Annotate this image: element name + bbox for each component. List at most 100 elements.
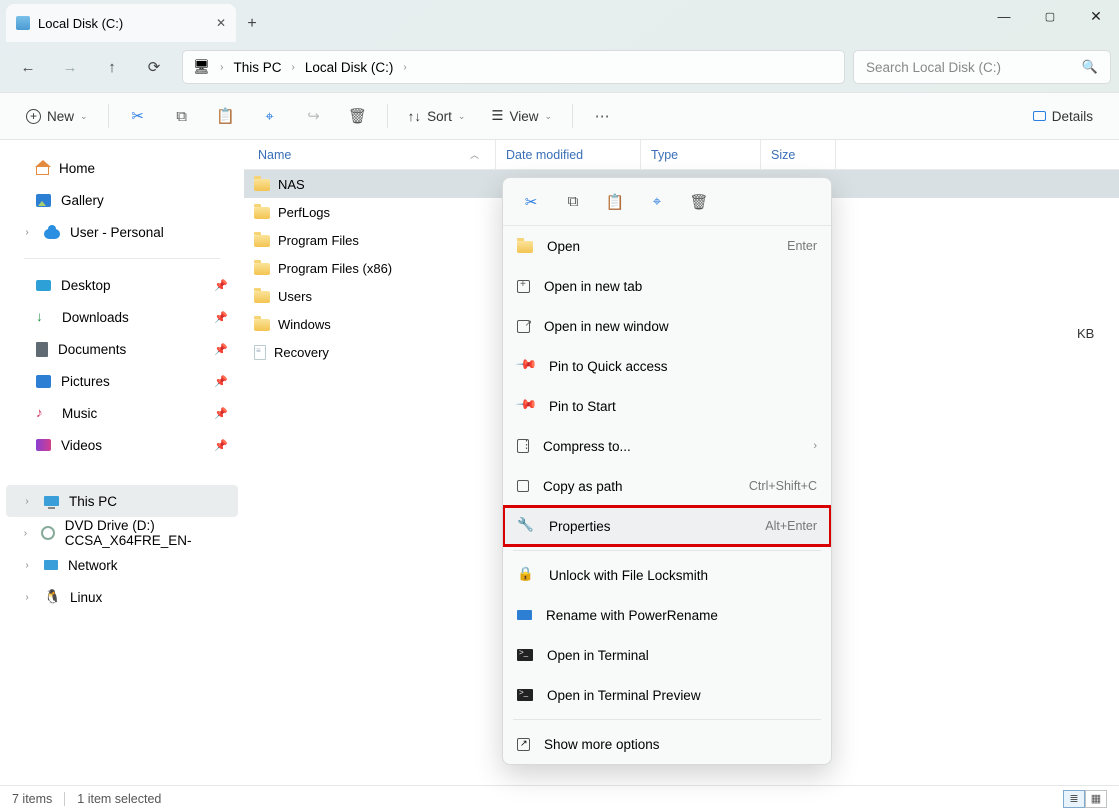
ctx-delete-button[interactable]: 🗑 — [681, 185, 717, 219]
chevron-right-icon: › — [20, 560, 34, 571]
minimize-button[interactable] — [981, 0, 1027, 32]
more-button[interactable]: ⋯ — [583, 99, 621, 133]
folder-icon — [254, 235, 270, 247]
shortcut-label: Ctrl+Shift+C — [749, 479, 817, 493]
rename-icon — [517, 610, 532, 620]
chevron-right-icon[interactable]: › — [286, 62, 301, 73]
sidebar-item-home[interactable]: Home — [6, 152, 238, 184]
sidebar-item-dvd-drive-d-ccsa-x64fre-en-[interactable]: ›DVD Drive (D:) CCSA_X64FRE_EN- — [6, 517, 238, 549]
details-button[interactable]: Details — [1023, 99, 1103, 133]
chevron-right-icon[interactable]: › — [214, 62, 229, 73]
sidebar-item-label: DVD Drive (D:) CCSA_X64FRE_EN- — [65, 518, 234, 548]
ctx-rename-button[interactable]: ⌖ — [639, 185, 675, 219]
ctx-pin-to-start[interactable]: 📌Pin to Start — [503, 386, 831, 426]
refresh-button[interactable]: ⟳ — [134, 49, 174, 85]
folder-icon — [254, 263, 270, 275]
address-bar[interactable]: 🖥 › This PC › Local Disk (C:) › — [182, 50, 845, 84]
icons-view-button[interactable]: ▦ — [1085, 790, 1107, 808]
back-button[interactable]: ← — [8, 49, 48, 85]
column-type[interactable]: Type — [641, 140, 761, 169]
column-name[interactable]: Name︿ — [244, 140, 496, 169]
tab-close-icon[interactable]: ✕ — [216, 16, 226, 30]
ctx-open[interactable]: OpenEnter — [503, 226, 831, 266]
ctx-compress-to-[interactable]: Compress to...› — [503, 426, 831, 466]
search-placeholder: Search Local Disk (C:) — [866, 60, 1001, 75]
column-size[interactable]: Size — [761, 140, 836, 169]
ctx-show-more-options[interactable]: Show more options — [503, 724, 831, 764]
ctx-item-label: Open in new window — [544, 319, 669, 334]
sort-asc-icon: ︿ — [470, 148, 479, 161]
ctx-item-label: Properties — [549, 519, 611, 534]
sidebar-item-label: Pictures — [61, 374, 110, 389]
linux-icon: 🐧 — [44, 589, 60, 605]
pin-icon[interactable]: 📌 — [214, 343, 234, 356]
ctx-open-in-new-window[interactable]: Open in new window — [503, 306, 831, 346]
details-view-button[interactable]: ≣ — [1063, 790, 1085, 808]
ctx-properties[interactable]: 🔧PropertiesAlt+Enter — [503, 506, 831, 546]
new-tab-button[interactable]: + — [236, 8, 268, 40]
copy-button[interactable]: ⧉ — [163, 99, 201, 133]
partial-size-text: KB — [1077, 326, 1094, 341]
delete-button[interactable]: 🗑 — [339, 99, 377, 133]
shortcut-label: Alt+Enter — [765, 519, 817, 533]
ctx-open-in-new-tab[interactable]: Open in new tab — [503, 266, 831, 306]
column-date[interactable]: Date modified — [496, 140, 641, 169]
download-icon: ↓ — [36, 309, 52, 325]
sidebar-item-label: Linux — [70, 590, 102, 605]
sidebar-item-documents[interactable]: Documents📌 — [6, 333, 238, 365]
close-window-button[interactable]: ✕ — [1073, 0, 1119, 32]
share-button[interactable]: ↪ — [295, 99, 333, 133]
view-button[interactable]: ☰View⌄ — [481, 99, 562, 133]
ctx-rename-with-powerrename[interactable]: Rename with PowerRename — [503, 595, 831, 635]
breadcrumb-localdisk[interactable]: Local Disk (C:) — [305, 60, 394, 75]
pin-icon[interactable]: 📌 — [214, 407, 234, 420]
up-button[interactable]: ↑ — [92, 49, 132, 85]
paste-button[interactable]: 📋 — [207, 99, 245, 133]
pin-icon[interactable]: 📌 — [214, 375, 234, 388]
cut-button[interactable]: ✂ — [119, 99, 157, 133]
file-name: Recovery — [274, 345, 329, 360]
divider — [572, 104, 573, 128]
pin-icon[interactable]: 📌 — [214, 279, 234, 292]
sidebar-item-user-personal[interactable]: ›User - Personal — [6, 216, 238, 248]
sidebar-item-linux[interactable]: ›🐧Linux — [6, 581, 238, 613]
maximize-button[interactable]: ▢ — [1027, 0, 1073, 32]
column-headers: Name︿ Date modified Type Size — [244, 140, 1119, 170]
sidebar-item-gallery[interactable]: Gallery — [6, 184, 238, 216]
ctx-copy-as-path[interactable]: Copy as pathCtrl+Shift+C — [503, 466, 831, 506]
tab-active[interactable]: Local Disk (C:) ✕ — [6, 4, 236, 42]
sort-button[interactable]: ↑↓Sort⌄ — [398, 99, 476, 133]
music-icon: ♪ — [36, 405, 52, 421]
ctx-cut-button[interactable]: ✂ — [513, 185, 549, 219]
gallery-icon — [36, 194, 51, 207]
pin-icon[interactable]: 📌 — [214, 439, 234, 452]
tab-title: Local Disk (C:) — [38, 16, 123, 31]
search-icon[interactable]: 🔍 — [1082, 59, 1098, 75]
sidebar-item-music[interactable]: ♪ Music 📌 — [6, 397, 238, 429]
ctx-unlock-with-file-locksmith[interactable]: 🔒Unlock with File Locksmith — [503, 555, 831, 595]
pin-icon[interactable]: 📌 — [214, 311, 234, 324]
sidebar-item-downloads[interactable]: ↓Downloads📌 — [6, 301, 238, 333]
ctx-copy-button[interactable]: ⧉ — [555, 185, 591, 219]
sidebar-item-network[interactable]: ›Network — [6, 549, 238, 581]
new-button[interactable]: +New⌄ — [16, 99, 98, 133]
search-input[interactable]: Search Local Disk (C:) 🔍 — [853, 50, 1111, 84]
sidebar-item-label: Music — [62, 406, 97, 421]
rename-button[interactable]: ⌖ — [251, 99, 289, 133]
term-icon — [517, 689, 533, 701]
breadcrumb-thispc[interactable]: This PC — [233, 60, 281, 75]
zip-icon — [517, 439, 529, 453]
net-icon — [44, 560, 58, 570]
sidebar-item-pictures[interactable]: Pictures 📌 — [6, 365, 238, 397]
ctx-paste-button[interactable]: 📋 — [597, 185, 633, 219]
forward-button[interactable]: → — [50, 49, 90, 85]
video-icon — [36, 439, 51, 451]
ctx-open-in-terminal[interactable]: Open in Terminal — [503, 635, 831, 675]
sidebar-item-this-pc[interactable]: ›This PC — [6, 485, 238, 517]
sidebar-item-videos[interactable]: Videos📌 — [6, 429, 238, 461]
ctx-open-in-terminal-preview[interactable]: Open in Terminal Preview — [503, 675, 831, 715]
sidebar-item-desktop[interactable]: Desktop📌 — [6, 269, 238, 301]
folder-icon — [254, 207, 270, 219]
ctx-pin-to-quick-access[interactable]: 📌Pin to Quick access — [503, 346, 831, 386]
chevron-right-icon[interactable]: › — [397, 62, 412, 73]
